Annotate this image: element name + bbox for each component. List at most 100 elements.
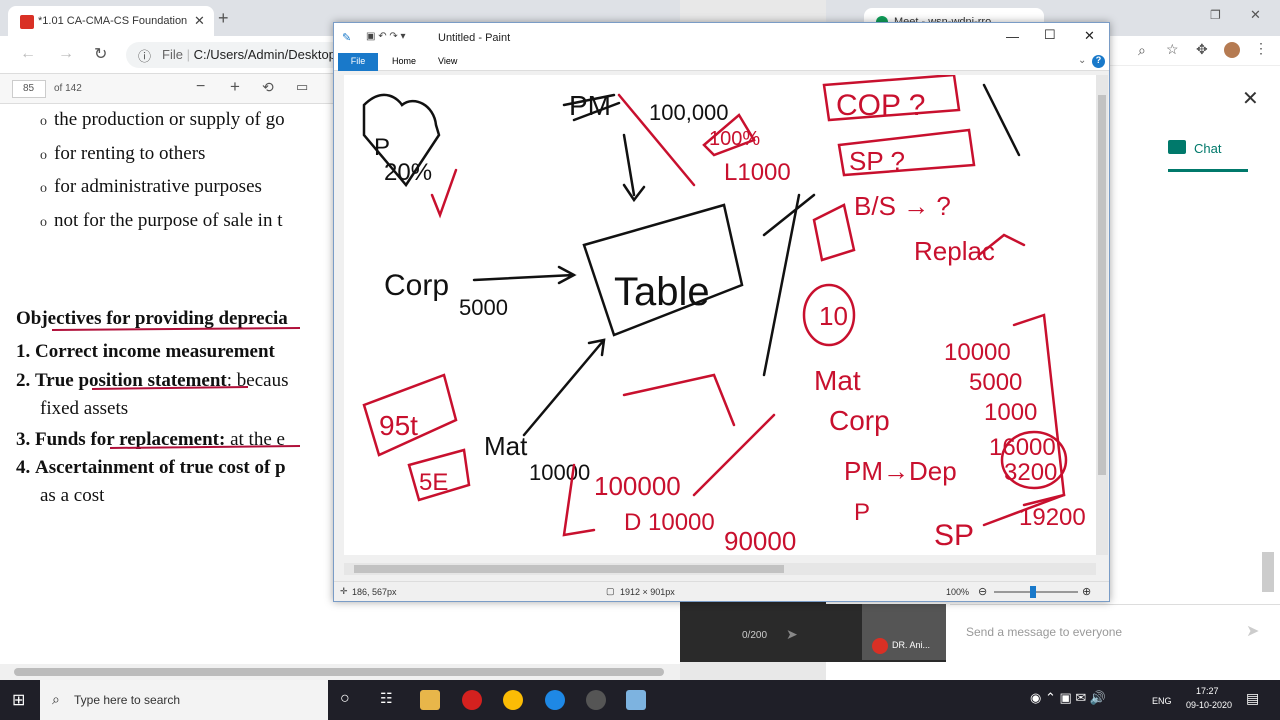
zoom-out-icon[interactable]: ⊖ bbox=[978, 585, 987, 598]
horizontal-scrollbar[interactable] bbox=[0, 664, 680, 680]
menu-icon[interactable]: ⋮ bbox=[1254, 40, 1268, 57]
window-close-icon[interactable]: ✕ bbox=[1250, 7, 1261, 23]
url-text: C:/Users/Admin/Desktop bbox=[193, 47, 336, 62]
paint-app-icon: ✎ bbox=[342, 32, 352, 44]
mat-arrow bbox=[522, 338, 606, 437]
paint-title: Untitled - Paint bbox=[438, 32, 511, 44]
minimize-icon[interactable]: — bbox=[1006, 29, 1019, 44]
paint-title-bar: ✎ ▣ ↶ ↷ ▾ Untitled - Paint — ☐ ✕ bbox=[334, 23, 1109, 53]
notification-icon[interactable]: ▤ bbox=[1246, 690, 1259, 707]
sp-red: SP bbox=[934, 519, 974, 552]
corp-amount: 5000 bbox=[459, 295, 508, 320]
drawing-canvas[interactable]: P 20% PM 100,000 Corp 5000 Table Mat 100… bbox=[344, 73, 1098, 556]
mat-amount: 10000 bbox=[529, 460, 590, 485]
clock-time[interactable]: 17:27 bbox=[1196, 686, 1219, 696]
new-tab-icon[interactable]: + bbox=[218, 8, 229, 29]
val-6: 19200 bbox=[1019, 504, 1086, 531]
rotate-icon[interactable]: ⟲ bbox=[262, 79, 274, 96]
zoom-in-icon[interactable]: + bbox=[230, 77, 240, 97]
file-explorer-icon[interactable] bbox=[420, 690, 440, 710]
send-icon[interactable]: ➤ bbox=[1246, 621, 1259, 641]
task-view-icon[interactable]: ☷ bbox=[380, 690, 393, 707]
replace-label: Replac bbox=[914, 236, 995, 266]
browser-tab[interactable]: *1.01 CA-CMA-CS Foundation ✕ bbox=[8, 6, 214, 36]
amount-label: 100,000 bbox=[649, 100, 729, 125]
arrow-down bbox=[622, 133, 646, 203]
avatar[interactable] bbox=[1224, 42, 1240, 58]
scrollbar-thumb[interactable] bbox=[354, 565, 784, 573]
file-label: File bbox=[162, 47, 183, 62]
corp-red: Corp bbox=[829, 405, 890, 436]
zoom-slider[interactable] bbox=[994, 586, 1078, 598]
scrollbar-thumb[interactable] bbox=[1098, 95, 1106, 475]
edge-icon[interactable] bbox=[545, 690, 565, 710]
cortana-icon[interactable]: ○ bbox=[340, 690, 350, 708]
meet-scrollbar[interactable] bbox=[1262, 552, 1274, 592]
zoom-icon[interactable]: ⌕ bbox=[1138, 42, 1146, 59]
zoom-slider-thumb[interactable] bbox=[1030, 586, 1036, 598]
ten-label: 10 bbox=[819, 301, 848, 331]
participant-video[interactable]: DR. Ani... bbox=[862, 604, 946, 660]
canvas-size: 1912 × 901px bbox=[620, 587, 675, 597]
divider-line-2 bbox=[982, 83, 1021, 157]
paint-taskbar-icon[interactable] bbox=[626, 690, 646, 710]
scrollbar-thumb[interactable] bbox=[14, 668, 664, 676]
message-input[interactable]: Send a message to everyone ➤ bbox=[950, 604, 1280, 660]
page-total: of 142 bbox=[54, 83, 82, 94]
taskbar-search[interactable]: ⌕ Type here to search bbox=[40, 680, 328, 720]
val-2: 5000 bbox=[969, 369, 1022, 396]
chat-input-bar: 0/200 ➤ bbox=[680, 602, 826, 662]
extensions-icon[interactable]: ✥ bbox=[1196, 41, 1208, 58]
corp-arrow bbox=[472, 265, 577, 285]
canvas-size-icon: ▢ bbox=[606, 586, 615, 596]
horizontal-scrollbar[interactable] bbox=[344, 563, 1096, 575]
close-panel-icon[interactable]: ✕ bbox=[1242, 86, 1259, 111]
back-icon[interactable]: ← bbox=[20, 45, 36, 63]
close-tab-icon[interactable]: ✕ bbox=[194, 13, 205, 29]
tab-chat[interactable]: Chat bbox=[1168, 138, 1248, 172]
95t-label: 95t bbox=[379, 410, 418, 441]
send-arrow-icon[interactable]: ➤ bbox=[786, 626, 798, 643]
clock-date[interactable]: 09-10-2020 bbox=[1186, 700, 1232, 710]
val-3: 1000 bbox=[984, 399, 1037, 426]
help-icon[interactable]: ? bbox=[1092, 55, 1105, 68]
info-icon[interactable]: ⓘ bbox=[138, 46, 151, 65]
chrome-icon[interactable] bbox=[503, 690, 523, 710]
app-icon[interactable] bbox=[586, 690, 606, 710]
paint-close-icon[interactable]: ✕ bbox=[1084, 28, 1095, 44]
sp-label: SP ? bbox=[849, 146, 905, 176]
dep-red: D 10000 bbox=[624, 509, 715, 536]
zoom-in-icon[interactable]: ⊕ bbox=[1082, 585, 1091, 598]
canvas-area: P 20% PM 100,000 Corp 5000 Table Mat 100… bbox=[334, 71, 1109, 581]
tab-view[interactable]: View bbox=[438, 56, 457, 66]
p-label: P bbox=[374, 134, 390, 161]
pct-label: 100% bbox=[709, 128, 760, 150]
page-number-input[interactable]: 85 bbox=[12, 80, 46, 98]
char-counter: 0/200 bbox=[742, 630, 768, 641]
restore-icon[interactable]: ❐ bbox=[1210, 8, 1221, 22]
windows-start-icon[interactable]: ⊞ bbox=[12, 690, 25, 710]
check-mark bbox=[430, 168, 458, 219]
pdf-favicon-icon bbox=[20, 15, 34, 29]
forward-icon[interactable]: → bbox=[58, 45, 74, 63]
ribbon-collapse-icon[interactable]: ⌄ bbox=[1078, 55, 1086, 66]
tab-file[interactable]: File bbox=[338, 53, 378, 71]
maximize-icon[interactable]: ☐ bbox=[1044, 27, 1056, 43]
search-icon: ⌕ bbox=[52, 691, 60, 707]
reload-icon[interactable]: ↻ bbox=[94, 44, 107, 64]
cursor-icon: ✛ bbox=[340, 586, 348, 596]
chat-label: Chat bbox=[1194, 141, 1222, 156]
zoom-out-icon[interactable]: − bbox=[196, 78, 205, 96]
tab-home[interactable]: Home bbox=[392, 56, 416, 66]
paint-ribbon-tabs: File Home View ⌄ ? bbox=[334, 53, 1109, 71]
quick-access-icons[interactable]: ▣ ↶ ↷ ▾ bbox=[366, 31, 406, 42]
vertical-scrollbar[interactable] bbox=[1096, 75, 1108, 555]
fit-page-icon[interactable]: ▭ bbox=[296, 79, 308, 95]
taskbar: ⊞ ⌕ Type here to search ○ ☷ ◉ ⌃ ▣ ✉ 🔊 EN… bbox=[0, 680, 1280, 720]
tray-icons[interactable]: ◉ ⌃ ▣ ✉ 🔊 bbox=[1030, 690, 1106, 706]
language-indicator[interactable]: ENG bbox=[1152, 696, 1172, 706]
tab-title: *1.01 CA-CMA-CS Foundation bbox=[38, 15, 188, 27]
opera-icon[interactable] bbox=[462, 690, 482, 710]
star-icon[interactable]: ☆ bbox=[1166, 41, 1179, 58]
cop-label: COP ? bbox=[836, 89, 926, 122]
